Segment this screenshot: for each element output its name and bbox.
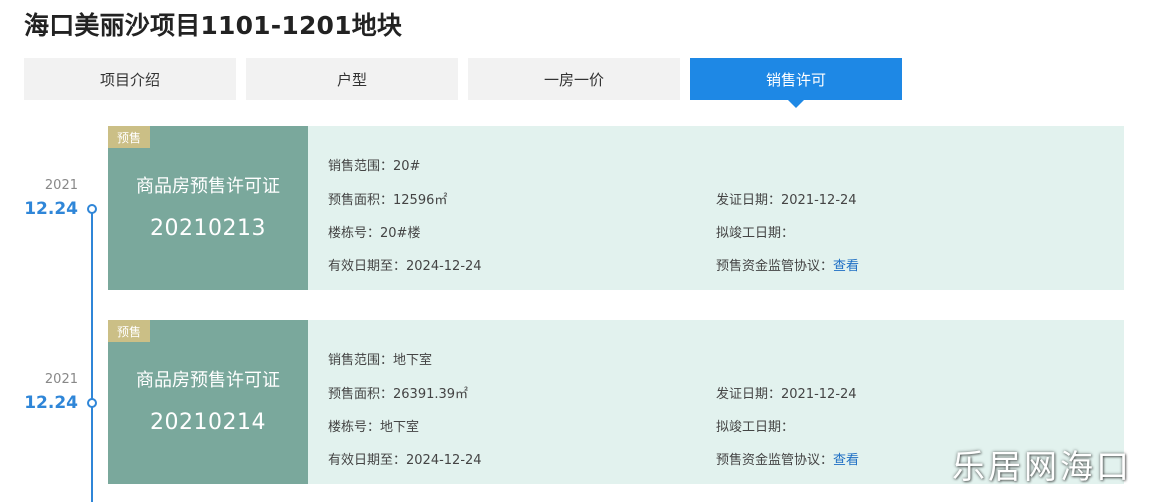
escrow-agreement-label: 预售资金监管协议： xyxy=(716,259,834,274)
presale-area-value: 12596㎡ xyxy=(393,193,448,208)
issue-date-value: 2021-12-24 xyxy=(781,193,857,208)
timeline-dot xyxy=(87,398,97,408)
escrow-agreement-field: 预售资金监管协议：查看 xyxy=(716,449,859,468)
building-value: 地下室 xyxy=(380,420,420,435)
building-field: 楼栋号：地下室 xyxy=(328,416,419,435)
completion-date-label: 拟竣工日期： xyxy=(716,420,795,435)
certificate-name: 商品房预售许可证 xyxy=(136,176,280,197)
permit-card: 预售 商品房预售许可证 20210213 销售范围：20# 预售面积：12596… xyxy=(108,126,1124,290)
tab-project-intro[interactable]: 项目介绍 xyxy=(24,58,236,100)
presale-badge: 预售 xyxy=(108,320,150,342)
presale-area-value: 26391.39㎡ xyxy=(393,387,469,402)
certificate-number: 20210214 xyxy=(150,410,266,435)
issue-date-label: 发证日期： xyxy=(716,193,782,208)
timeline-year: 2021 xyxy=(44,372,78,387)
escrow-view-link[interactable]: 查看 xyxy=(833,259,859,274)
escrow-agreement-field: 预售资金监管协议：查看 xyxy=(716,255,859,274)
escrow-agreement-label: 预售资金监管协议： xyxy=(716,453,834,468)
timeline-dot xyxy=(87,204,97,214)
sales-scope-label: 销售范围： xyxy=(328,159,394,174)
building-label: 楼栋号： xyxy=(328,420,381,435)
building-label: 楼栋号： xyxy=(328,226,381,241)
issue-date-label: 发证日期： xyxy=(716,387,782,402)
page-title: 海口美丽沙项目1101-1201地块 xyxy=(24,11,403,40)
timeline-line xyxy=(91,208,93,502)
valid-until-field: 有效日期至：2024-12-24 xyxy=(328,255,482,274)
sales-scope-label: 销售范围： xyxy=(328,353,394,368)
completion-date-field: 拟竣工日期： xyxy=(716,416,794,435)
completion-date-field: 拟竣工日期： xyxy=(716,222,794,241)
tab-price-list[interactable]: 一房一价 xyxy=(468,58,680,100)
presale-badge: 预售 xyxy=(108,126,150,148)
presale-area-field: 预售面积：26391.39㎡ xyxy=(328,383,468,402)
issue-date-field: 发证日期：2021-12-24 xyxy=(716,189,857,208)
sales-scope-value: 20# xyxy=(393,159,421,174)
certificate-number: 20210213 xyxy=(150,216,266,241)
presale-area-label: 预售面积： xyxy=(328,193,394,208)
certificate-name: 商品房预售许可证 xyxy=(136,370,280,391)
presale-area-field: 预售面积：12596㎡ xyxy=(328,189,447,208)
building-value: 20#楼 xyxy=(380,226,421,241)
tab-sales-permit[interactable]: 销售许可 xyxy=(690,58,902,108)
building-field: 楼栋号：20#楼 xyxy=(328,222,420,241)
valid-until-value: 2024-12-24 xyxy=(406,453,482,468)
timeline-date: 12.24 xyxy=(24,199,78,219)
watermark-logo: 乐居网海口 xyxy=(952,447,1132,486)
permit-card-header: 预售 商品房预售许可证 20210214 xyxy=(108,320,308,484)
issue-date-field: 发证日期：2021-12-24 xyxy=(716,383,857,402)
presale-area-label: 预售面积： xyxy=(328,387,394,402)
issue-date-value: 2021-12-24 xyxy=(781,387,857,402)
valid-until-field: 有效日期至：2024-12-24 xyxy=(328,449,482,468)
completion-date-label: 拟竣工日期： xyxy=(716,226,795,241)
valid-until-label: 有效日期至： xyxy=(328,259,407,274)
sales-scope-field: 销售范围：20# xyxy=(328,155,420,174)
escrow-view-link[interactable]: 查看 xyxy=(833,453,859,468)
tab-floor-plans[interactable]: 户型 xyxy=(246,58,458,100)
timeline-date: 12.24 xyxy=(24,393,78,413)
sales-scope-field: 销售范围：地下室 xyxy=(328,349,432,368)
permit-card-header: 预售 商品房预售许可证 20210213 xyxy=(108,126,308,290)
valid-until-value: 2024-12-24 xyxy=(406,259,482,274)
valid-until-label: 有效日期至： xyxy=(328,453,407,468)
timeline-year: 2021 xyxy=(44,178,78,193)
sales-scope-value: 地下室 xyxy=(393,353,433,368)
